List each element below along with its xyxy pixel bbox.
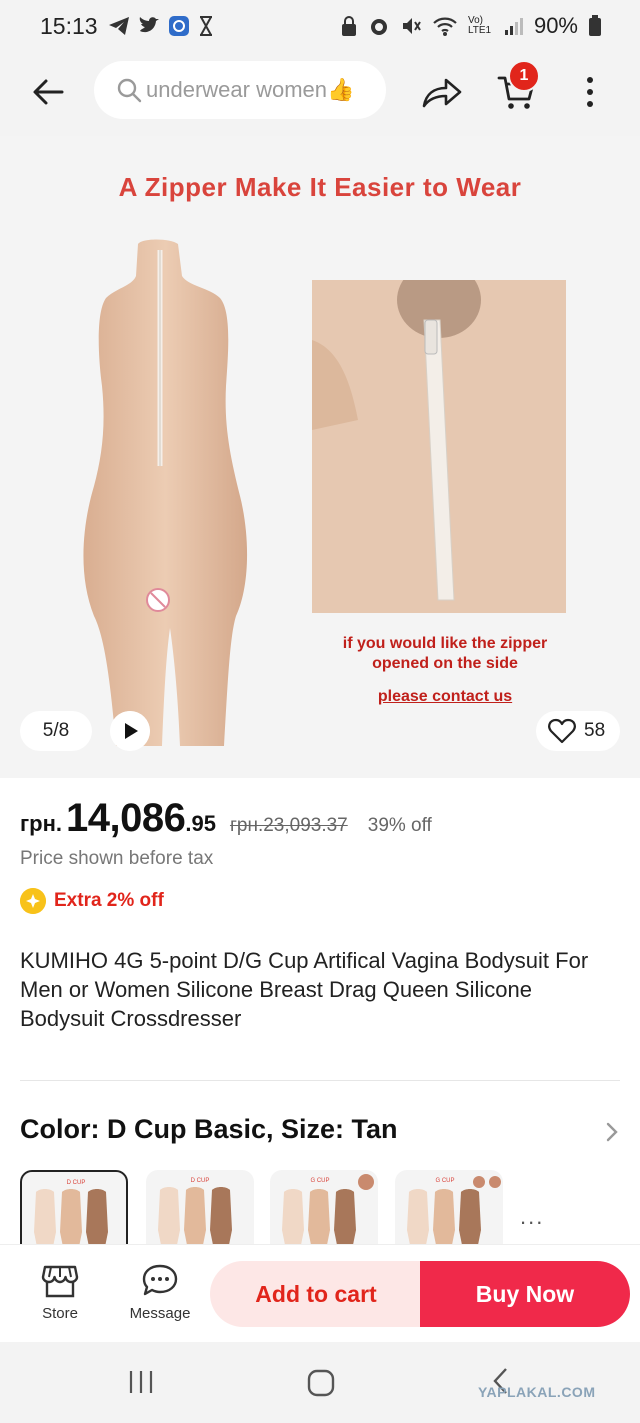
coin-icon [20, 888, 46, 914]
variant-swatch-2[interactable]: D CUP [146, 1170, 254, 1244]
status-time: 15:13 [40, 12, 98, 39]
top-navigation: underwear women👍 1 [0, 52, 640, 136]
price-row: грн. 14,086 .95 грн.23,093.37 39% off [20, 796, 432, 844]
notification-icons [108, 15, 214, 37]
signal-icon [504, 18, 523, 35]
message-label: Message [129, 1305, 191, 1322]
discount-label: 39% off [367, 815, 432, 836]
home-icon[interactable] [306, 1368, 336, 1398]
status-bar: 15:13 Vo) LTE1 90% [0, 0, 640, 52]
bottom-action-bar: Store Message Add to cart Buy Now [0, 1244, 640, 1342]
extra-discount[interactable]: Extra 2% off [20, 888, 164, 914]
buy-now-button[interactable]: Buy Now [420, 1261, 630, 1327]
more-variants[interactable]: ... [520, 1204, 544, 1230]
swatch-label: D CUP [67, 1180, 86, 1186]
zipper-closeup-image [312, 280, 566, 613]
chevron-right-icon[interactable] [604, 1120, 620, 1144]
swatch-thumbnail: D CUP [158, 1178, 232, 1244]
product-image-gallery[interactable]: A Zipper Make It Easier to Wear if you w… [0, 136, 640, 778]
watermark: YAPLAKAL.COM [478, 1384, 596, 1400]
variant-selector-label[interactable]: Color: D Cup Basic, Size: Tan [20, 1114, 620, 1145]
wifi-icon [433, 17, 457, 36]
swatch-label: G CUP [310, 1178, 329, 1184]
twitter-icon [139, 17, 159, 33]
share-icon[interactable] [420, 72, 464, 112]
system-icons: Vo) LTE1 90% [340, 13, 602, 39]
network-label: Vo) LTE1 [467, 15, 492, 36]
mute-icon [402, 18, 421, 34]
swatch-thumbnail: D CUP [34, 1180, 108, 1244]
battery-icon [589, 15, 601, 36]
swatch-label: G CUP [435, 1178, 454, 1184]
product-title: KUMIHO 4G 5-point D/G Cup Artifical Vagi… [20, 948, 589, 1031]
price-whole: 14,086 [66, 796, 186, 840]
battery-percent: 90% [533, 13, 578, 38]
tax-note: Price shown before tax [20, 848, 214, 869]
swatch-label: D CUP [191, 1178, 210, 1184]
image-caption-line2: opened on the side [372, 655, 518, 672]
telegram-icon [108, 17, 129, 35]
price-currency: грн. [20, 811, 63, 836]
extra-discount-label: Extra 2% off [54, 890, 164, 911]
more-options-icon[interactable] [578, 72, 602, 112]
bodysuit-back-image [83, 239, 248, 746]
wishlist-count: 58 [584, 720, 606, 741]
swatch-thumbnail: G CUP [407, 1176, 501, 1244]
divider [20, 1080, 620, 1081]
search-input[interactable]: underwear women👍 [94, 61, 386, 119]
image-caption-line1: if you would like the zipper [342, 635, 548, 652]
store-button[interactable]: Store [20, 1263, 100, 1322]
search-icon [117, 78, 142, 103]
variant-swatch-4[interactable]: G CUP [395, 1170, 503, 1244]
message-icon [142, 1264, 178, 1296]
store-label: Store [42, 1305, 78, 1322]
message-button[interactable]: Message [120, 1263, 200, 1322]
store-icon [41, 1265, 79, 1298]
app-icon [168, 16, 189, 36]
wishlist-button[interactable]: 58 [536, 711, 620, 751]
image-headline: A Zipper Make It Easier to Wear [118, 172, 522, 202]
add-to-cart-button[interactable]: Add to cart [210, 1261, 422, 1327]
variant-swatch-1[interactable]: D CUP [20, 1170, 128, 1244]
cart-count-badge: 1 [508, 60, 540, 92]
play-video-icon[interactable] [110, 711, 150, 751]
search-text: underwear women👍 [146, 77, 355, 102]
variant-swatches: D CUP D CUP G CUP G CUP ... [20, 1170, 640, 1244]
image-contact-text: please contact us [377, 688, 513, 705]
alarm-icon [370, 19, 387, 35]
hourglass-icon [199, 16, 212, 36]
original-price: грн.23,093.37 [229, 815, 348, 836]
lock-icon [341, 16, 356, 36]
swatch-thumbnail: G CUP [282, 1174, 374, 1244]
variant-swatch-3[interactable]: G CUP [270, 1170, 378, 1244]
price-decimals: .95 [185, 811, 216, 836]
heart-icon [548, 718, 576, 744]
recent-apps-icon[interactable] [126, 1368, 156, 1396]
image-pager: 5/8 [20, 711, 92, 751]
system-navigation-bar [0, 1342, 640, 1423]
back-arrow-icon[interactable] [28, 72, 68, 112]
